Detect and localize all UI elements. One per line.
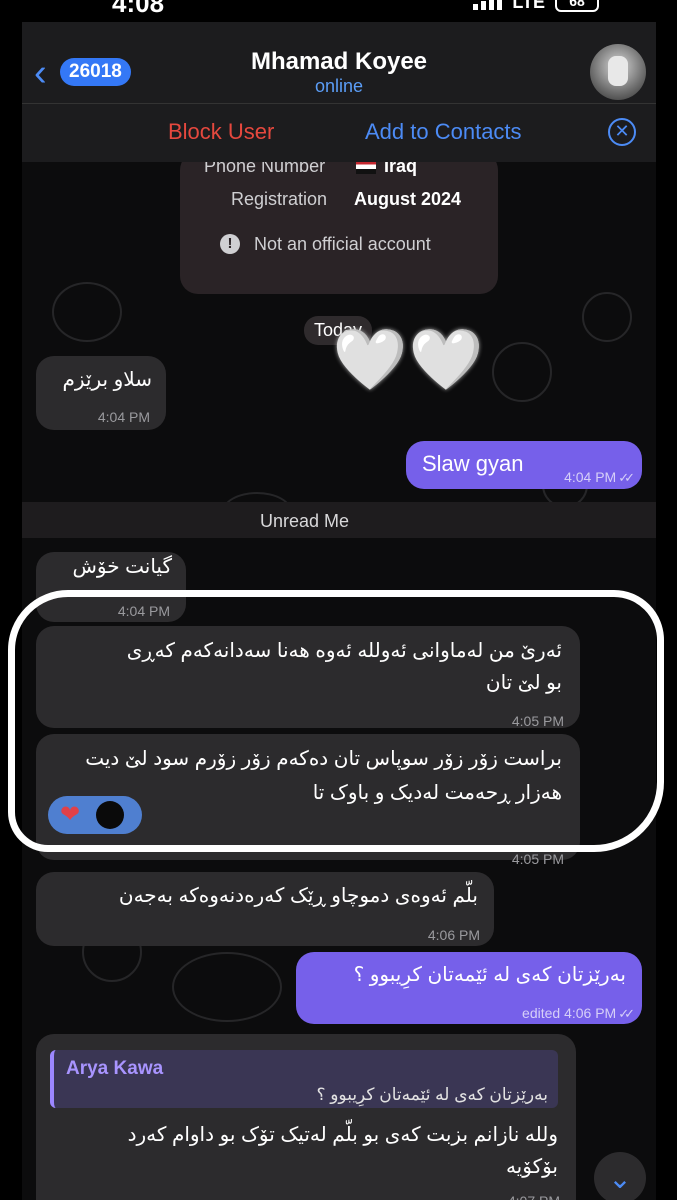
message-time: 4:06 PM (427, 927, 480, 943)
block-user-button[interactable]: Block User (168, 119, 274, 145)
unread-messages-bar: Unread Me (22, 502, 656, 538)
reply-author: Arya Kawa (66, 1058, 164, 1079)
background-doodle (52, 282, 122, 342)
unread-label: Unread Me (260, 511, 350, 531)
contact-status: online (314, 76, 364, 96)
message-text-line: ئەرێ من لەماوانی ئەولله ئەوە هەنا سەدانە… (126, 640, 562, 662)
message-text-line: بو لێ تان (485, 672, 562, 694)
status-indicators: LTE (473, 0, 545, 13)
message-time: 4:05 PM (511, 713, 564, 729)
add-to-contacts-button[interactable]: Add to Contacts (365, 119, 522, 145)
message-time: 4:07 PM (508, 1186, 560, 1200)
white-heart-icon: 🤍 (332, 326, 408, 393)
chat-area[interactable]: Phone Number Iraq Registration August 20… (22, 162, 656, 1200)
background-doodle (172, 952, 282, 1022)
message-bubble[interactable]: سلاو برێزم 4:04 PM (36, 356, 166, 430)
status-bar: 4:08 LTE 68 (0, 0, 677, 22)
message-text: بەرێزتان کەی لە ئێمەتان کرِیبوو ؟ (353, 964, 626, 986)
double-check-icon: ✓✓ (618, 1006, 635, 1021)
message-bubble[interactable]: براست زۆر زۆر سوپاس تان دەکەم زۆر زۆرم س… (36, 734, 580, 867)
background-doodle (492, 342, 552, 402)
chat-header: ‹ 26018 Mhamad Koyee online Block User A… (22, 22, 656, 162)
heart-reaction-icon: ❤ (60, 801, 81, 828)
message-time: 4:04 PM ✓✓ (564, 469, 635, 485)
white-heart-icon: 🤍 (408, 326, 484, 393)
message-bubble[interactable]: ئەرێ من لەماوانی ئەولله ئەوە هەنا سەدانە… (36, 626, 580, 729)
phone-number-value: Iraq (356, 162, 417, 177)
message-bubble[interactable]: گیانت خۆش 4:04 PM (36, 552, 186, 622)
message-time: edited 4:06 PM ✓✓ (522, 1005, 635, 1021)
message-text-line: بۆکۆیە (505, 1156, 558, 1178)
message-text: گیانت خۆش (72, 556, 172, 578)
message-time: 4:04 PM (117, 603, 170, 619)
message-text-line: وللە نازانم بزبت کەی بو بلّم لەتیک تۆک ب… (127, 1124, 558, 1146)
exclamation-icon: ! (220, 234, 240, 254)
message-bubble[interactable]: Arya Kawa بەرێزتان کەی لە ئێمەتان کرِیبو… (36, 1034, 576, 1200)
reply-quote[interactable]: Arya Kawa بەرێزتان کەی لە ئێمەتان کرِیبو… (50, 1050, 558, 1108)
registration-label: Registration (231, 189, 328, 209)
contact-name[interactable]: Mhamad Koyee (22, 48, 656, 76)
official-account-notice: Not an official account (254, 234, 431, 254)
message-text: Slaw gyan (422, 451, 524, 476)
message-bubble[interactable]: Slaw gyan 4:04 PM ✓✓ (406, 441, 642, 489)
hearts-sticker: 🤍🤍 (332, 330, 484, 390)
reaction-chip[interactable]: ❤ (48, 796, 142, 834)
message-text: سلاو برێزم (62, 369, 153, 391)
double-check-icon: ✓✓ (618, 470, 635, 485)
battery-icon: 68 (555, 0, 599, 12)
status-time: 4:08 (112, 0, 165, 18)
message-bubble[interactable]: بلّم ئەوەی دموچاو ڕێک کەرەدنەوەکە بەجەن … (36, 872, 494, 946)
avatar[interactable] (590, 44, 646, 100)
message-time: 4:04 PM (97, 409, 150, 425)
message-time: 4:05 PM (511, 851, 564, 867)
phone-number-label: Phone Number (204, 162, 326, 176)
message-text-line: براست زۆر زۆر سوپاس تان دەکەم زۆر زۆرم س… (85, 748, 562, 770)
iraq-flag-icon (356, 162, 376, 174)
registration-value: August 2024 (354, 189, 462, 209)
contact-info-card: Phone Number Iraq Registration August 20… (180, 162, 498, 294)
network-label: LTE (512, 0, 545, 12)
background-doodle (582, 292, 632, 342)
message-text-line: هەزار ڕحەمت لەدیک و باوک تا (312, 782, 562, 804)
reply-text: بەرێزتان کەی لە ئێمەتان کرِیبوو ؟ (316, 1085, 548, 1104)
signal-icon (473, 0, 503, 10)
message-text: بلّم ئەوەی دموچاو ڕێک کەرەدنەوەکە بەجەن (118, 885, 478, 907)
divider (22, 103, 656, 104)
message-bubble[interactable]: بەرێزتان کەی لە ئێمەتان کرِیبوو ؟ edited… (296, 952, 642, 1024)
reactor-avatar (96, 801, 124, 829)
close-icon[interactable]: ✕ (608, 118, 636, 146)
scroll-down-button[interactable]: ⌄ (594, 1152, 646, 1200)
